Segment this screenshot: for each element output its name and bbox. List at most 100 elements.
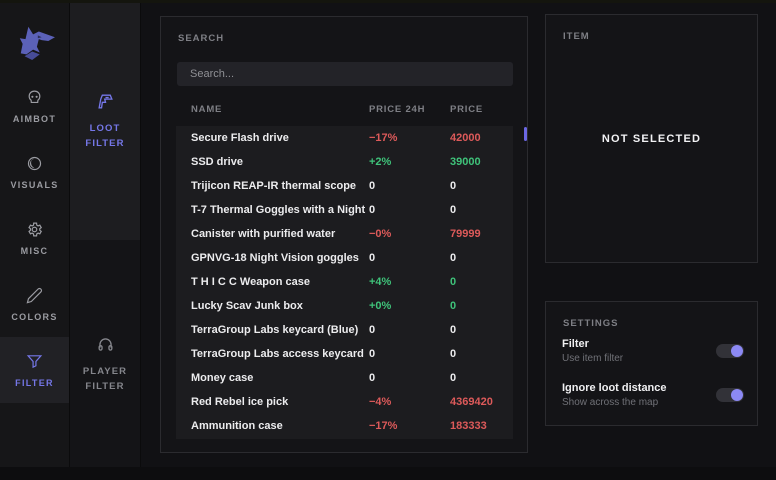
item-price: 183333	[450, 414, 513, 438]
table-row[interactable]: T H I C C Weapon case+4%0	[176, 270, 513, 294]
item-name: T-7 Thermal Goggles with a Night	[191, 198, 369, 222]
item-change-24h: +2%	[369, 150, 450, 174]
tab-label-line: PLAYER	[83, 364, 127, 379]
toggle-knob	[731, 389, 743, 401]
wolf-logo-icon	[12, 23, 58, 61]
tab-label-line: FILTER	[85, 379, 124, 394]
item-change-24h: −17%	[369, 414, 450, 438]
item-name: Secure Flash drive	[191, 126, 369, 150]
sidebar-item-misc[interactable]: MISC	[0, 205, 69, 271]
item-price: 79999	[450, 222, 513, 246]
tab-label: PLAYER FILTER	[83, 364, 127, 394]
toggle-knob	[731, 345, 743, 357]
setting-ignore-loot-distance: Ignore loot distance Show across the map	[562, 382, 744, 408]
sidebar-item-visuals[interactable]: VISUALS	[0, 139, 69, 205]
item-name: Trijicon REAP-IR thermal scope	[191, 174, 369, 198]
search-panel: SEARCH NAME PRICE 24H PRICE Secure Flash…	[160, 16, 528, 453]
tab-label-line: LOOT	[90, 121, 121, 136]
item-name: TerraGroup Labs keycard (Blue)	[191, 318, 369, 342]
tab-label-line: FILTER	[85, 136, 124, 151]
item-name: Ammunition case	[191, 414, 369, 438]
table-row[interactable]: Money case00	[176, 366, 513, 390]
table-row[interactable]: Canister with purified water−0%79999	[176, 222, 513, 246]
item-change-24h: −17%	[369, 126, 450, 150]
table-row[interactable]: Red Rebel ice pick−4%4369420	[176, 390, 513, 414]
setting-title: Filter	[562, 338, 623, 351]
item-change-24h: 0	[369, 366, 450, 390]
item-price: 0	[450, 174, 513, 198]
item-change-24h: 0	[369, 174, 450, 198]
settings-panel: SETTINGS Filter Use item filter Ignore l…	[545, 301, 758, 426]
item-name: Canister with purified water	[191, 222, 369, 246]
tab-loot-filter[interactable]: LOOT FILTER	[70, 3, 140, 240]
item-name: SSD drive	[191, 150, 369, 174]
table-row[interactable]: SSD drive+2%39000	[176, 150, 513, 174]
search-panel-title: SEARCH	[178, 33, 224, 44]
sidebar-item-filter[interactable]: FILTER	[0, 337, 69, 403]
item-price: 0	[450, 318, 513, 342]
tab-label: LOOT FILTER	[85, 121, 124, 151]
skull-icon	[26, 89, 43, 106]
price-gun-icon	[96, 92, 115, 111]
table-row[interactable]: Trijicon REAP-IR thermal scope00	[176, 174, 513, 198]
item-empty-state: NOT SELECTED	[546, 15, 757, 262]
item-change-24h: 0	[369, 198, 450, 222]
item-price: 0	[450, 294, 513, 318]
table-row[interactable]: TerraGroup Labs keycard (Blue)00	[176, 318, 513, 342]
item-name: TerraGroup Labs access keycard	[191, 342, 369, 366]
column-header-name: NAME	[191, 104, 369, 115]
item-price: 4369420	[450, 390, 513, 414]
ignore-loot-distance-toggle[interactable]	[716, 388, 744, 402]
sidebar-item-label: COLORS	[11, 312, 57, 322]
tab-player-filter[interactable]: PLAYER FILTER	[70, 240, 140, 467]
item-price: 42000	[450, 126, 513, 150]
gear-icon	[26, 221, 43, 238]
table-header: NAME PRICE 24H PRICE	[176, 104, 513, 115]
item-name: Money case	[191, 366, 369, 390]
item-price: 0	[450, 366, 513, 390]
sidebar-item-label: AIMBOT	[13, 114, 56, 124]
items-table: Secure Flash drive−17%42000SSD drive+2%3…	[176, 126, 513, 439]
search-input[interactable]	[177, 62, 513, 86]
item-price: 0	[450, 246, 513, 270]
item-price: 0	[450, 198, 513, 222]
table-row[interactable]: Ammunition case−17%183333	[176, 414, 513, 438]
item-change-24h: +0%	[369, 294, 450, 318]
item-name: Lucky Scav Junk box	[191, 294, 369, 318]
pen-icon	[26, 287, 43, 304]
sidebar-nav: AIMBOT VISUALS MISC	[0, 73, 69, 403]
filter-toggle[interactable]	[716, 344, 744, 358]
item-price: 0	[450, 342, 513, 366]
column-header-price-24h: PRICE 24H	[369, 104, 450, 115]
table-row[interactable]: T-7 Thermal Goggles with a Night00	[176, 198, 513, 222]
funnel-icon	[26, 353, 43, 370]
table-row[interactable]: Secure Flash drive−17%42000	[176, 126, 513, 150]
setting-text: Ignore loot distance Show across the map	[562, 382, 667, 408]
wolf-logo	[0, 3, 69, 73]
sidebar-item-colors[interactable]: COLORS	[0, 271, 69, 337]
setting-title: Ignore loot distance	[562, 382, 667, 395]
sidebar-item-aimbot[interactable]: AIMBOT	[0, 73, 69, 139]
settings-panel-title: SETTINGS	[563, 318, 619, 329]
setting-subtitle: Use item filter	[562, 353, 623, 364]
sidebar-item-label: MISC	[21, 246, 49, 256]
secondary-sidebar: LOOT FILTER PLAYER FILTER	[69, 3, 141, 467]
primary-sidebar: AIMBOT VISUALS MISC	[0, 3, 69, 467]
table-row[interactable]: Lucky Scav Junk box+0%0	[176, 294, 513, 318]
item-change-24h: +4%	[369, 270, 450, 294]
column-header-price: PRICE	[450, 104, 513, 115]
table-row[interactable]: TerraGroup Labs access keycard00	[176, 342, 513, 366]
setting-subtitle: Show across the map	[562, 397, 667, 408]
item-panel: ITEM NOT SELECTED	[545, 14, 758, 263]
item-change-24h: 0	[369, 318, 450, 342]
item-change-24h: 0	[369, 246, 450, 270]
table-row[interactable]: GPNVG-18 Night Vision goggles00	[176, 246, 513, 270]
item-price: 0	[450, 270, 513, 294]
sidebar-item-label: FILTER	[15, 378, 54, 388]
item-name: T H I C C Weapon case	[191, 270, 369, 294]
app-window: AIMBOT VISUALS MISC	[0, 0, 776, 480]
sidebar-item-label: VISUALS	[10, 180, 58, 190]
scrollbar-thumb[interactable]	[524, 127, 527, 141]
item-name: Red Rebel ice pick	[191, 390, 369, 414]
item-name: GPNVG-18 Night Vision goggles	[191, 246, 369, 270]
